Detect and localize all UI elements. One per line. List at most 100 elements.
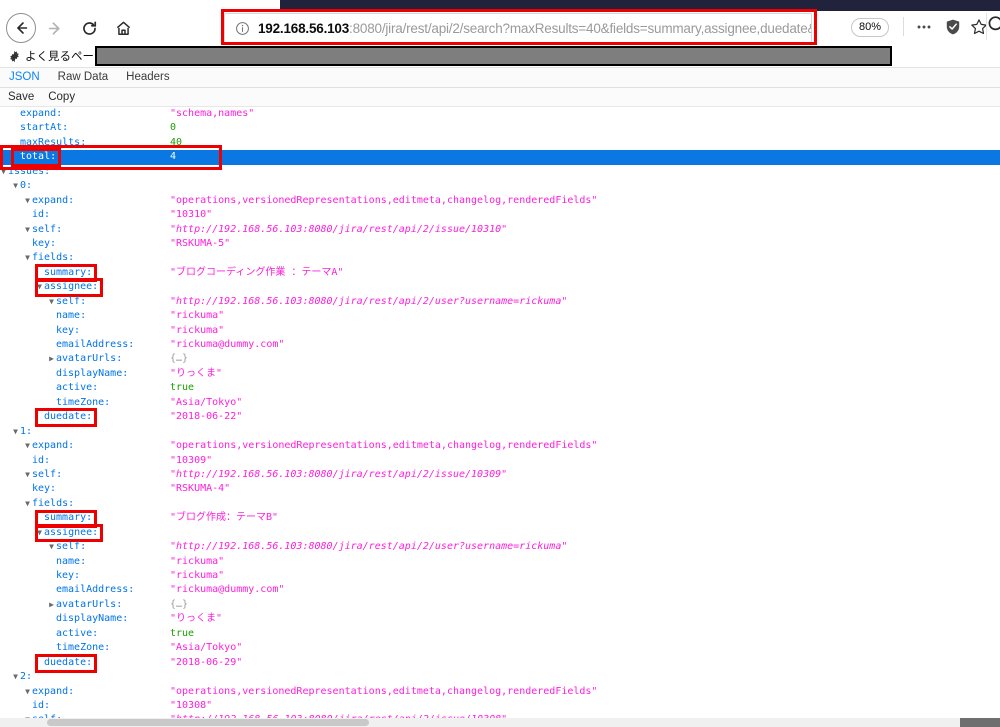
json-row[interactable]: ▼ expand: "operations,versionedRepresentat… — [0, 194, 1000, 208]
json-value: {…} — [170, 598, 189, 610]
gear-icon — [8, 50, 21, 63]
tab-json[interactable]: JSON — [0, 68, 49, 87]
json-row[interactable]: ▼ assignee: — [0, 280, 1000, 294]
twisty-expanded-icon[interactable]: ▼ — [23, 194, 32, 208]
json-row[interactable]: ▼ issues: — [0, 165, 1000, 179]
back-button[interactable] — [4, 11, 38, 45]
save-button[interactable]: Save — [0, 88, 40, 106]
forward-button[interactable] — [38, 11, 72, 45]
json-key: key: — [56, 324, 81, 336]
scrollbar-thumb[interactable] — [47, 719, 369, 726]
twisty-expanded-icon[interactable]: ▼ — [23, 685, 32, 699]
json-row[interactable]: active: true — [0, 381, 1000, 395]
json-row[interactable]: ▼ 1: — [0, 425, 1000, 439]
json-key: id: — [32, 454, 51, 466]
json-key: expand: — [32, 440, 75, 452]
json-key: maxResults: — [20, 136, 87, 148]
json-key: id: — [32, 699, 51, 711]
tab-headers[interactable]: Headers — [117, 68, 178, 87]
json-key: self: — [56, 541, 87, 553]
json-key: displayName: — [56, 613, 129, 625]
json-row[interactable]: id: "10310" — [0, 208, 1000, 222]
json-row[interactable]: ▼self: "http://192.168.56.103:8080/jira/r… — [0, 540, 1000, 554]
json-row[interactable]: summary: "ブログ作成：テーマB" — [0, 511, 1000, 525]
json-value: "ブログコーディング作業 ：テーマA" — [170, 266, 344, 278]
json-key: key: — [32, 483, 57, 495]
json-row[interactable]: key: "RSKUMA-4" — [0, 482, 1000, 496]
bookmark-item-frequent[interactable]: よく見るページ — [8, 48, 105, 64]
json-viewer-tabbar: JSON Raw Data Headers — [0, 68, 1000, 88]
json-row[interactable]: ▼ expand: "operations,versionedRepresentat… — [0, 685, 1000, 699]
twisty-expanded-icon[interactable]: ▼ — [35, 526, 44, 540]
json-value: "rickuma" — [170, 324, 225, 336]
json-row[interactable]: total: 4 — [0, 150, 1000, 165]
json-tree-panel[interactable]: expand: "schema,names" startAt: 0 maxResults… — [0, 107, 1000, 720]
json-row[interactable]: ▼ fields: — [0, 497, 1000, 511]
json-row[interactable]: timeZone: "Asia/Tokyo" — [0, 641, 1000, 655]
json-key: self: — [56, 295, 87, 307]
json-row[interactable]: duedate: "2018-06-22" — [0, 410, 1000, 424]
horizontal-scrollbar[interactable] — [0, 718, 1000, 727]
json-row[interactable]: displayName: "りっくま" — [0, 612, 1000, 626]
twisty-expanded-icon[interactable]: ▼ — [23, 251, 32, 265]
json-row[interactable]: id: "10309" — [0, 454, 1000, 468]
json-row[interactable]: ▼ expand: "operations,versionedRepresentat… — [0, 439, 1000, 453]
twisty-expanded-icon[interactable]: ▼ — [11, 670, 20, 684]
json-row[interactable]: ▼self: "http://192.168.56.103:8080/jira/r… — [0, 468, 1000, 482]
twisty-expanded-icon[interactable]: ▼ — [11, 179, 20, 193]
json-row[interactable]: key: "RSKUMA-5" — [0, 237, 1000, 251]
json-row[interactable]: ▶ avatarUrls: {…} — [0, 598, 1000, 612]
twisty-expanded-icon[interactable]: ▼ — [23, 223, 32, 237]
json-row[interactable]: summary: "ブログコーディング作業 ：テーマA" — [0, 266, 1000, 280]
json-row[interactable]: active: true — [0, 627, 1000, 641]
tab-raw-data[interactable]: Raw Data — [49, 68, 118, 87]
ellipsis-icon[interactable] — [913, 16, 935, 38]
json-row[interactable]: key: "rickuma" — [0, 324, 1000, 338]
copy-button[interactable]: Copy — [40, 88, 81, 106]
json-row[interactable]: emailAddress: "rickuma@dummy.com" — [0, 583, 1000, 597]
json-row[interactable]: id: "10308" — [0, 699, 1000, 713]
twisty-expanded-icon[interactable]: ▼ — [11, 425, 20, 439]
json-row[interactable]: displayName: "りっくま" — [0, 367, 1000, 381]
twisty-expanded-icon[interactable]: ▼ — [23, 468, 32, 482]
twisty-expanded-icon[interactable]: ▼ — [23, 439, 32, 453]
home-button[interactable] — [106, 11, 140, 45]
json-value: "10308" — [170, 699, 213, 711]
twisty-expanded-icon[interactable]: ▼ — [47, 295, 56, 309]
json-row[interactable]: startAt: 0 — [0, 121, 1000, 135]
shield-icon[interactable] — [942, 16, 964, 38]
json-row[interactable]: duedate: "2018-06-29" — [0, 656, 1000, 670]
json-key: duedate: — [44, 656, 93, 668]
json-row[interactable]: key: "rickuma" — [0, 569, 1000, 583]
json-row[interactable]: timeZone: "Asia/Tokyo" — [0, 396, 1000, 410]
reload-button[interactable] — [72, 11, 106, 45]
json-row[interactable]: name: "rickuma" — [0, 555, 1000, 569]
json-row[interactable]: ▼self: "http://192.168.56.103:8080/jira/r… — [0, 223, 1000, 237]
json-row[interactable]: ▼ fields: — [0, 251, 1000, 265]
json-row[interactable]: ▼ 0: — [0, 179, 1000, 193]
json-row[interactable]: ▶ avatarUrls: {…} — [0, 352, 1000, 366]
json-row[interactable]: ▼ 2: — [0, 670, 1000, 684]
twisty-expanded-icon[interactable]: ▼ — [47, 540, 56, 554]
twisty-expanded-icon[interactable]: ▼ — [23, 497, 32, 511]
json-value: "schema,names" — [170, 108, 255, 119]
twisty-expanded-icon[interactable]: ▼ — [0, 165, 8, 179]
url-host: 192.168.56.103 — [258, 20, 350, 36]
twisty-expanded-icon[interactable]: ▼ — [35, 280, 44, 294]
search-icon[interactable] — [986, 14, 1000, 36]
json-key: timeZone: — [56, 642, 111, 654]
json-row[interactable]: ▼ assignee: — [0, 526, 1000, 540]
json-row[interactable]: expand: "schema,names" — [0, 107, 1000, 121]
json-row[interactable]: emailAddress: "rickuma@dummy.com" — [0, 338, 1000, 352]
info-icon[interactable] — [235, 21, 250, 36]
json-row[interactable]: name: "rickuma" — [0, 309, 1000, 323]
json-row[interactable]: ▼self: "http://192.168.56.103:8080/jira/r… — [0, 295, 1000, 309]
json-value: "rickuma" — [170, 310, 225, 322]
twisty-collapsed-icon[interactable]: ▶ — [47, 352, 56, 366]
twisty-collapsed-icon[interactable]: ▶ — [47, 598, 56, 612]
json-key: 1: — [20, 425, 33, 437]
json-key: issues: — [8, 165, 51, 177]
json-row[interactable]: maxResults: 40 — [0, 136, 1000, 150]
address-bar[interactable]: 192.168.56.103:8080/jira/rest/api/2/sear… — [224, 13, 812, 43]
zoom-level-badge[interactable]: 80% — [851, 18, 890, 37]
